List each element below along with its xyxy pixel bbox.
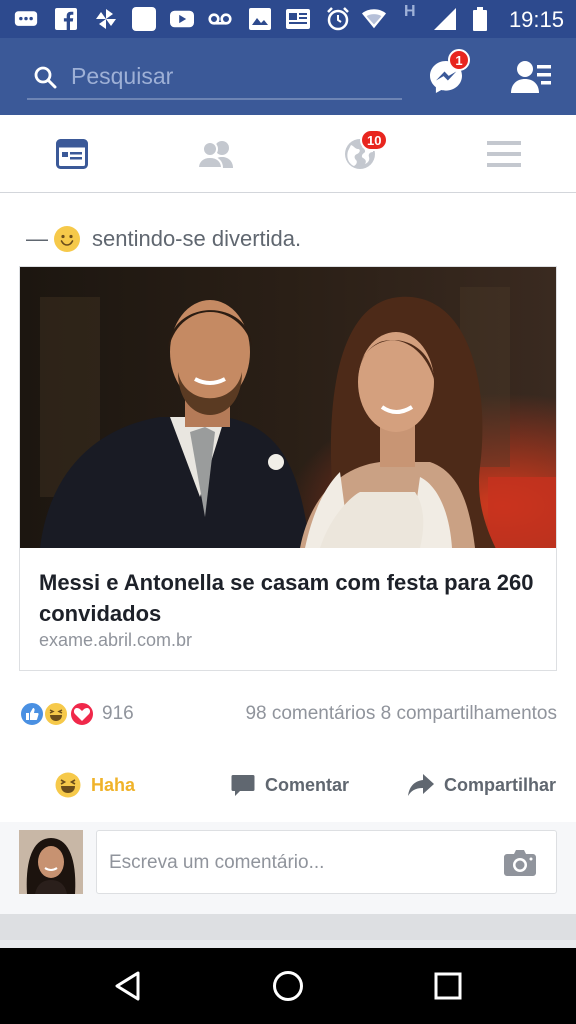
status-bar: H 19:15 xyxy=(0,0,576,38)
notifications-badge: 10 xyxy=(360,129,389,151)
home-circle-icon xyxy=(273,971,303,1001)
messenger-notif-icon xyxy=(14,8,38,30)
recents-square-icon xyxy=(434,972,462,1000)
friends-list-button[interactable] xyxy=(510,55,554,99)
haha-button-label: Haha xyxy=(91,774,136,795)
wedding-photo xyxy=(20,267,556,548)
hamburger-icon xyxy=(487,141,521,167)
friends-icon xyxy=(197,141,233,168)
feed-separator xyxy=(0,914,576,940)
link-domain: exame.abril.com.br xyxy=(39,630,193,650)
comment-composer xyxy=(0,822,576,914)
network-type-label: H xyxy=(404,3,416,20)
facebook-notif-icon xyxy=(54,8,78,30)
app-header: 1 xyxy=(0,38,576,115)
comment-button-label: Comentar xyxy=(265,774,350,795)
tab-bar: 10 xyxy=(0,115,576,193)
haha-icon xyxy=(55,772,81,798)
reaction-icons xyxy=(19,701,99,727)
camera-icon[interactable] xyxy=(504,849,536,877)
back-triangle-icon xyxy=(115,971,140,1001)
tab-friend-requests[interactable] xyxy=(144,115,288,193)
home-button[interactable] xyxy=(268,966,308,1006)
alarm-icon xyxy=(326,7,350,31)
blank-notif-icon xyxy=(132,7,156,31)
search-icon xyxy=(34,66,57,89)
avatar[interactable] xyxy=(19,830,83,894)
battery-icon xyxy=(468,7,492,31)
like-reaction-icon xyxy=(19,701,45,727)
post-actions: Haha Comentar Compartilhar xyxy=(0,760,576,810)
messenger-badge: 1 xyxy=(448,49,470,71)
youtube-icon xyxy=(170,8,194,30)
news-feed-icon xyxy=(56,139,88,169)
signal-icon xyxy=(434,8,458,30)
back-button[interactable] xyxy=(108,966,148,1006)
reactions-summary[interactable]: 916 98 comentários 8 compartilhamentos xyxy=(19,700,557,728)
feeling-dash: — xyxy=(26,226,48,251)
messenger-button[interactable]: 1 xyxy=(424,49,470,99)
gallery-icon xyxy=(248,8,272,30)
link-preview-image[interactable] xyxy=(20,267,556,548)
feed-separator-bottom xyxy=(0,940,576,948)
post-feeling: — sentindo-se divertida. xyxy=(26,224,301,254)
comment-input[interactable] xyxy=(109,849,489,877)
search-bar[interactable] xyxy=(27,52,402,100)
recents-button[interactable] xyxy=(428,966,468,1006)
status-time: 19:15 xyxy=(508,7,564,32)
tab-news-feed[interactable] xyxy=(0,115,144,193)
tab-menu[interactable] xyxy=(432,115,576,193)
tab-notifications[interactable]: 10 xyxy=(288,115,432,193)
person-list-icon xyxy=(511,61,551,93)
smiley-icon xyxy=(54,226,80,252)
haha-reaction-icon xyxy=(43,701,69,727)
haha-button[interactable]: Haha xyxy=(55,760,135,810)
feeling-text: sentindo-se divertida. xyxy=(92,226,302,251)
reaction-count: 916 xyxy=(102,703,134,724)
comment-button[interactable]: Comentar xyxy=(231,760,349,810)
link-title[interactable]: Messi e Antonella se casam com festa par… xyxy=(39,567,539,629)
love-reaction-icon xyxy=(69,701,95,727)
wifi-icon xyxy=(362,8,386,30)
share-button[interactable]: Compartilhar xyxy=(408,760,556,810)
share-button-label: Compartilhar xyxy=(444,774,557,795)
comment-share-stats[interactable]: 98 comentários 8 compartilhamentos xyxy=(245,703,557,725)
comment-icon xyxy=(231,775,255,796)
voicemail-icon xyxy=(208,8,232,30)
news-icon xyxy=(286,8,310,30)
share-icon xyxy=(408,774,434,796)
system-nav-bar xyxy=(0,948,576,1024)
share-count[interactable]: 8 compartilhamentos xyxy=(381,703,557,724)
comment-box[interactable] xyxy=(96,830,557,894)
comment-count[interactable]: 98 comentários xyxy=(245,703,375,724)
link-preview-card[interactable]: Messi e Antonella se casam com festa par… xyxy=(19,266,557,671)
pinwheel-icon xyxy=(94,8,118,30)
search-input[interactable] xyxy=(71,60,391,92)
